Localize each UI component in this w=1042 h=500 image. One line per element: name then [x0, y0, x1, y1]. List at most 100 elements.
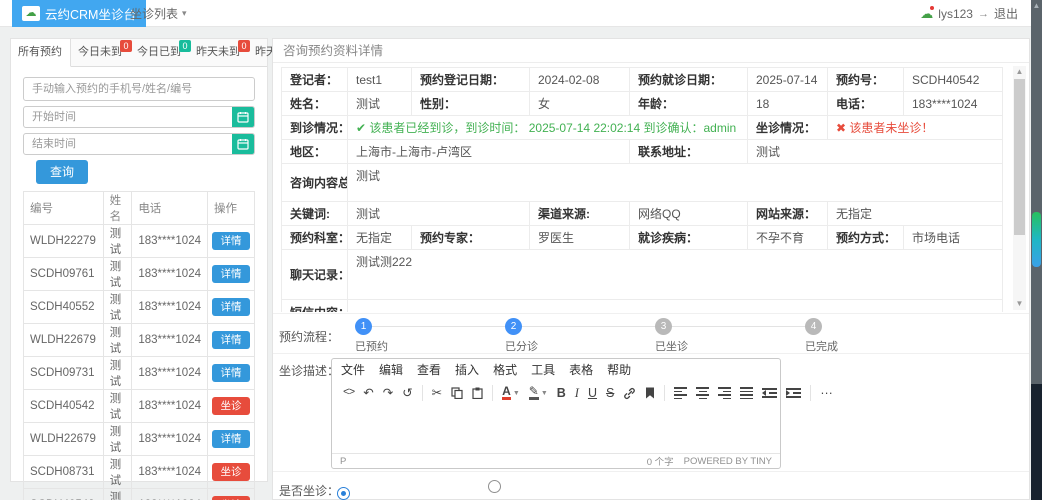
appointment-table: 编号 姓名 电话 操作 WLDH22279测试183****1024详情 SCD… — [23, 191, 255, 500]
step-booked: 1 已预约 — [355, 318, 425, 354]
nav-menu-label: 坐诊列表 — [130, 5, 178, 22]
detail-row: 姓名： 测试 性别： 女 年龄： 18 电话： 183****1024 — [282, 92, 1003, 116]
window-scrollbar-thumb[interactable] — [1032, 212, 1041, 267]
step-completed: 4 已完成 — [805, 318, 875, 354]
cell-id: WLDH22679 — [24, 324, 104, 357]
align-left-icon[interactable] — [674, 387, 687, 399]
cell-name: 测试 — [103, 489, 132, 500]
cell-name: 测试 — [103, 423, 132, 456]
detail-button[interactable]: 详情 — [212, 265, 250, 283]
method-label: 预约方式： — [828, 226, 904, 250]
search-input[interactable] — [23, 77, 255, 101]
window-scrollbar[interactable]: ▲ — [1031, 0, 1042, 500]
cell-name: 测试 — [103, 324, 132, 357]
scrollbar-up-icon[interactable]: ▲ — [1031, 0, 1042, 12]
menu-format[interactable]: 格式 — [493, 361, 517, 378]
cut-icon[interactable]: ✂ — [432, 387, 442, 400]
calendar-icon[interactable] — [232, 134, 254, 154]
tab-today-not-arrived[interactable]: 今日未到0 — [71, 39, 130, 66]
detail-button[interactable]: 详情 — [212, 331, 250, 349]
outdent-icon[interactable] — [762, 388, 777, 398]
detail-button[interactable]: 详情 — [212, 364, 250, 382]
restore-draft-icon[interactable]: ↺ — [402, 387, 412, 400]
align-justify-icon[interactable] — [740, 387, 753, 399]
start-time-input[interactable] — [23, 106, 255, 128]
indent-icon[interactable] — [786, 388, 801, 398]
tab-label: 昨天未到 — [196, 46, 240, 58]
menu-edit[interactable]: 编辑 — [379, 361, 403, 378]
address-value: 测试 — [748, 140, 1003, 164]
source-code-icon[interactable]: <> — [343, 388, 354, 399]
menu-file[interactable]: 文件 — [341, 361, 365, 378]
detail-button[interactable]: 详情 — [212, 298, 250, 316]
detail-table: 登记者： test1 预约登记日期： 2024-02-08 预约就诊日期： 20… — [281, 67, 1003, 312]
paste-icon[interactable] — [472, 387, 483, 399]
arrival-label: 到诊情况： — [282, 116, 348, 140]
tab-all-appointments[interactable]: 所有预约 — [11, 39, 71, 67]
filter-tabs: 所有预约 今日未到0 今日已到0 昨天未到0 昨天已到0 — [11, 39, 267, 67]
end-time-input[interactable] — [23, 133, 255, 155]
strikethrough-icon[interactable]: S — [606, 387, 614, 400]
summary-label: 咨询内容总结： — [282, 164, 348, 202]
appointment-list-panel: 所有预约 今日未到0 今日已到0 昨天未到0 昨天已到0 查询 编号 姓名 电话 — [10, 38, 268, 482]
seat-button[interactable]: 坐诊 — [212, 463, 250, 481]
expert-label: 预约专家： — [412, 226, 530, 250]
element-path: P — [340, 456, 346, 467]
cell-id: SCDH40542 — [24, 390, 104, 423]
col-action: 操作 — [208, 192, 255, 225]
align-center-icon[interactable] — [696, 387, 709, 399]
menu-help[interactable]: 帮助 — [607, 361, 631, 378]
scrollbar-thumb[interactable] — [1014, 79, 1025, 235]
tab-today-arrived[interactable]: 今日已到0 — [130, 39, 189, 66]
copy-icon[interactable] — [451, 387, 463, 399]
align-right-icon[interactable] — [718, 387, 731, 399]
detail-button[interactable]: 详情 — [212, 430, 250, 448]
table-row: SCDH40542测试183****1024坐诊 — [24, 390, 255, 423]
detail-button[interactable]: 详情 — [212, 232, 250, 250]
step-label: 已完成 — [805, 338, 875, 354]
region-label: 地区： — [282, 140, 348, 164]
chat-value: 测试测222 — [348, 250, 1003, 300]
chat-label: 聊天记录： — [282, 250, 348, 300]
seat-description-label: 坐诊描述： — [279, 362, 339, 379]
detail-row: 短信内容： — [282, 300, 1003, 313]
cell-id: WLDH22279 — [24, 225, 104, 258]
bookmark-icon[interactable] — [645, 387, 655, 399]
italic-icon[interactable]: I — [575, 387, 579, 400]
seat-button[interactable]: 坐诊 — [212, 496, 250, 500]
detail-table-scrollbar[interactable]: ▲ ▼ — [1013, 66, 1026, 310]
age-value: 18 — [748, 92, 828, 116]
calendar-icon[interactable] — [232, 107, 254, 127]
phone-label: 电话： — [828, 92, 904, 116]
menu-view[interactable]: 查看 — [417, 361, 441, 378]
seat-yes-radio[interactable] — [337, 487, 350, 500]
editor-content-area[interactable] — [332, 406, 780, 454]
link-icon[interactable] — [623, 387, 636, 400]
nav-menu-seat-list[interactable]: 坐诊列表 ▾ — [122, 0, 195, 27]
arrival-status: ✔ 该患者已经到诊，到诊时间： 2025-07-14 22:02:14 到诊确认… — [348, 116, 748, 140]
seat-button[interactable]: 坐诊 — [212, 397, 250, 415]
tab-yesterday-not-arrived[interactable]: 昨天未到0 — [189, 39, 248, 66]
scroll-up-icon[interactable]: ▲ — [1013, 66, 1026, 78]
seat-no-radio[interactable] — [488, 480, 501, 493]
more-toolbar-icon[interactable]: ··· — [820, 387, 833, 400]
query-button[interactable]: 查询 — [36, 160, 88, 184]
highlight-color-icon[interactable]: ✎▼ — [529, 386, 548, 400]
logout-button[interactable]: 退出 — [994, 5, 1018, 22]
bold-icon[interactable]: B — [557, 387, 566, 400]
tab-label: 今日未到 — [78, 46, 122, 58]
underline-icon[interactable]: U — [588, 387, 597, 400]
redo-icon[interactable]: ↷ — [383, 387, 393, 400]
menu-tools[interactable]: 工具 — [531, 361, 555, 378]
username[interactable]: lys123 — [938, 7, 973, 21]
scroll-down-icon[interactable]: ▼ — [1013, 298, 1026, 310]
table-row: SCDH09761测试183****1024详情 — [24, 258, 255, 291]
menu-insert[interactable]: 插入 — [455, 361, 479, 378]
word-count[interactable]: 0 个字 — [647, 454, 674, 468]
tab-label: 今日已到 — [137, 46, 181, 58]
editor-menubar: 文件 编辑 查看 插入 格式 工具 表格 帮助 — [332, 359, 780, 380]
menu-table[interactable]: 表格 — [569, 361, 593, 378]
editor-statusbar: P 0 个字 POWERED BY TINY — [332, 453, 780, 468]
text-color-icon[interactable]: A▼ — [502, 386, 520, 400]
undo-icon[interactable]: ↶ — [363, 387, 373, 400]
